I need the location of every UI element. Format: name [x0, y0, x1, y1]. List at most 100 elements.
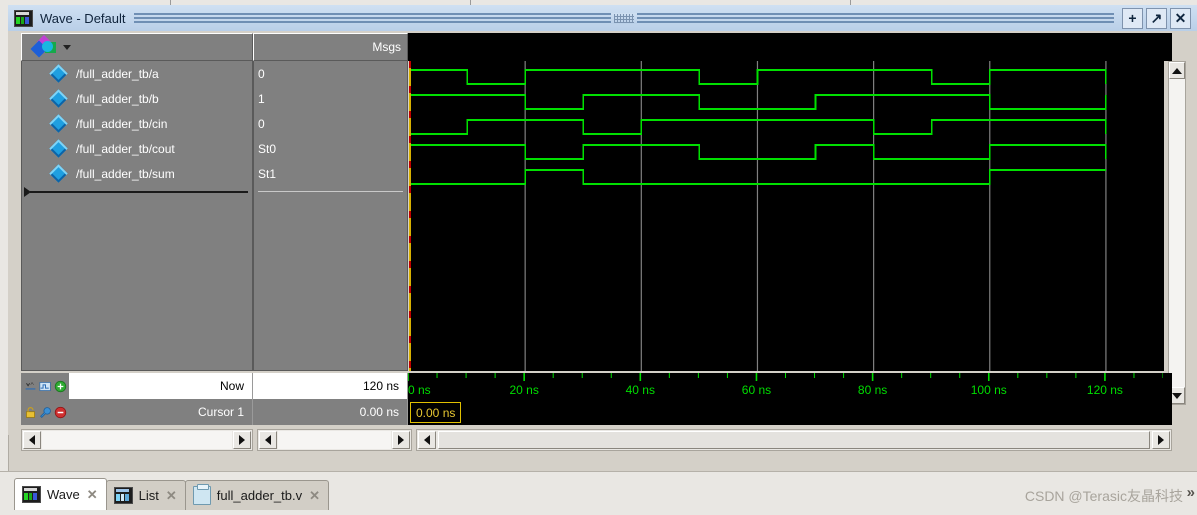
signal-value: 0 [258, 116, 265, 131]
lock-icon[interactable] [24, 406, 37, 419]
chevron-down-icon[interactable] [63, 44, 71, 50]
title-buttons: + ↗ ✕ [1122, 7, 1191, 29]
now-value: 120 ns [253, 373, 408, 399]
dock-button[interactable]: + [1122, 7, 1143, 29]
title-drag-lines [133, 12, 1114, 24]
undock-button[interactable]: ↗ [1146, 7, 1167, 29]
msgs-header-label: Msgs [372, 40, 401, 54]
vertical-scroll-track[interactable] [1169, 79, 1185, 387]
cursor-marker-label[interactable]: 0.00 ns [410, 402, 462, 423]
signal-row[interactable]: /full_adder_tb/cout [22, 136, 252, 161]
tab-wave-label: Wave [47, 487, 80, 502]
overflow-arrow-icon[interactable]: » [1187, 484, 1195, 501]
signal-row[interactable]: /full_adder_tb/b [22, 86, 252, 111]
value-row: St1 [254, 161, 407, 186]
wave-view-icon[interactable] [38, 380, 52, 393]
names-column-header[interactable] [21, 33, 253, 61]
tab-list[interactable]: List ✕ [105, 480, 186, 510]
wave-horizontal-scrollbar[interactable] [416, 429, 1172, 451]
wave-column-header [408, 33, 1172, 61]
svg-text:100 ns: 100 ns [971, 383, 1007, 397]
values-scroll-track[interactable] [278, 431, 391, 449]
horizontal-scrollbar-row [21, 429, 1172, 451]
signal-row[interactable]: /full_adder_tb/sum [22, 161, 252, 186]
signal-diamond-icon [49, 114, 68, 133]
bottom-tab-bar: Wave ✕ List ✕ full_adder_tb.v ✕ CSDN @Te… [0, 471, 1197, 515]
delete-cursor-icon[interactable] [54, 406, 67, 419]
timeline-ruler: 0 ns 20 ns 40 ns 60 ns 80 ns 100 ns 120 ns [408, 373, 1163, 397]
tab-wave[interactable]: Wave ✕ [14, 478, 107, 510]
value-row: 1 [254, 86, 407, 111]
add-green-icon[interactable] [54, 380, 67, 393]
svg-text:120 ns: 120 ns [1087, 383, 1123, 397]
tab-wave-close-icon[interactable]: ✕ [87, 488, 98, 501]
svg-text:60 ns: 60 ns [742, 383, 771, 397]
now-row: A Now 120 ns 0 ns 20 ns 40 ns 60 ns 80 ns 100… [21, 373, 1172, 399]
wave-window-icon [14, 9, 33, 27]
waveform-canvas[interactable] [409, 61, 1164, 371]
list-tab-icon [113, 487, 133, 504]
value-row: 0 [254, 61, 407, 86]
tab-source-file[interactable]: full_adder_tb.v ✕ [184, 480, 329, 510]
wave-body: Msgs /full_adder_tb/a /full_adder_tb/b /… [8, 31, 1197, 451]
signal-value-panel[interactable]: 0 1 0 St0 St1 [253, 61, 408, 371]
svg-text:A: A [30, 380, 34, 386]
values-horizontal-scrollbar[interactable] [257, 429, 412, 451]
names-scroll-right-button[interactable] [233, 431, 251, 449]
value-list-divider [258, 191, 403, 192]
waveform-svg [409, 61, 1107, 371]
signal-diamond-icon [49, 164, 68, 183]
now-label: Now [69, 373, 253, 399]
tab-source-file-label: full_adder_tb.v [216, 488, 303, 503]
signal-value: 1 [258, 91, 265, 106]
svg-text:0 ns: 0 ns [408, 383, 431, 397]
tab-source-file-close-icon[interactable]: ✕ [309, 489, 320, 502]
close-window-button[interactable]: ✕ [1170, 7, 1191, 29]
names-scroll-left-button[interactable] [23, 431, 41, 449]
signal-value: St1 [258, 166, 277, 181]
signal-name: /full_adder_tb/a [76, 66, 159, 81]
names-horizontal-scrollbar[interactable] [21, 429, 253, 451]
value-row: 0 [254, 111, 407, 136]
values-scroll-right-button[interactable] [392, 431, 410, 449]
watermark-text: CSDN @Terasic友晶科技 [1024, 488, 1183, 504]
signal-diamond-icon [49, 89, 68, 108]
names-scroll-track[interactable] [42, 431, 232, 449]
column-header-row: Msgs [21, 33, 1172, 61]
signal-row[interactable]: /full_adder_tb/a [22, 61, 252, 86]
modelsim-wave-window: Wave - Default + ↗ ✕ Msgs /full_adder_tb… [0, 0, 1197, 515]
values-scroll-left-button[interactable] [259, 431, 277, 449]
signal-diamond-icon [49, 64, 68, 83]
svg-text:20 ns: 20 ns [509, 383, 538, 397]
msgs-column-header[interactable]: Msgs [253, 33, 408, 61]
tab-list-close-icon[interactable]: ✕ [166, 489, 177, 502]
cursor-value: 0.00 ns [253, 399, 408, 425]
cursor-row-icons[interactable] [21, 399, 69, 425]
title-grip[interactable] [610, 12, 637, 24]
signal-diamond-icon [49, 139, 68, 158]
svg-text:80 ns: 80 ns [858, 383, 887, 397]
color-palette-icon[interactable] [30, 34, 59, 58]
signal-name: /full_adder_tb/b [76, 91, 159, 106]
signal-row[interactable]: /full_adder_tb/cin [22, 111, 252, 136]
title-bar[interactable]: Wave - Default + ↗ ✕ [8, 5, 1197, 32]
wrench-icon[interactable] [39, 406, 52, 419]
scroll-up-button[interactable] [1169, 62, 1185, 79]
search-time-icon[interactable]: A [24, 380, 37, 393]
signal-name: /full_adder_tb/cin [76, 116, 168, 131]
signal-value: 0 [258, 66, 265, 81]
cursor-timeline-area: 0.00 ns [408, 399, 1172, 425]
wave-scroll-left-button[interactable] [418, 431, 436, 449]
list-end-marker-icon [24, 187, 31, 197]
cursor-row: Cursor 1 0.00 ns 0.00 ns [21, 399, 1172, 425]
signal-name-panel[interactable]: /full_adder_tb/a /full_adder_tb/b /full_… [21, 61, 253, 371]
signal-value: St0 [258, 141, 277, 156]
wave-vertical-scrollbar[interactable] [1168, 61, 1186, 405]
signal-name: /full_adder_tb/cout [76, 141, 175, 156]
window-title: Wave - Default [40, 10, 126, 26]
wave-scroll-right-button[interactable] [1152, 431, 1170, 449]
wave-scroll-thumb[interactable] [438, 431, 1150, 449]
tab-strip: Wave ✕ List ✕ full_adder_tb.v ✕ [14, 478, 329, 510]
now-row-icons[interactable]: A [21, 373, 69, 399]
wave-tab-icon [22, 486, 41, 503]
